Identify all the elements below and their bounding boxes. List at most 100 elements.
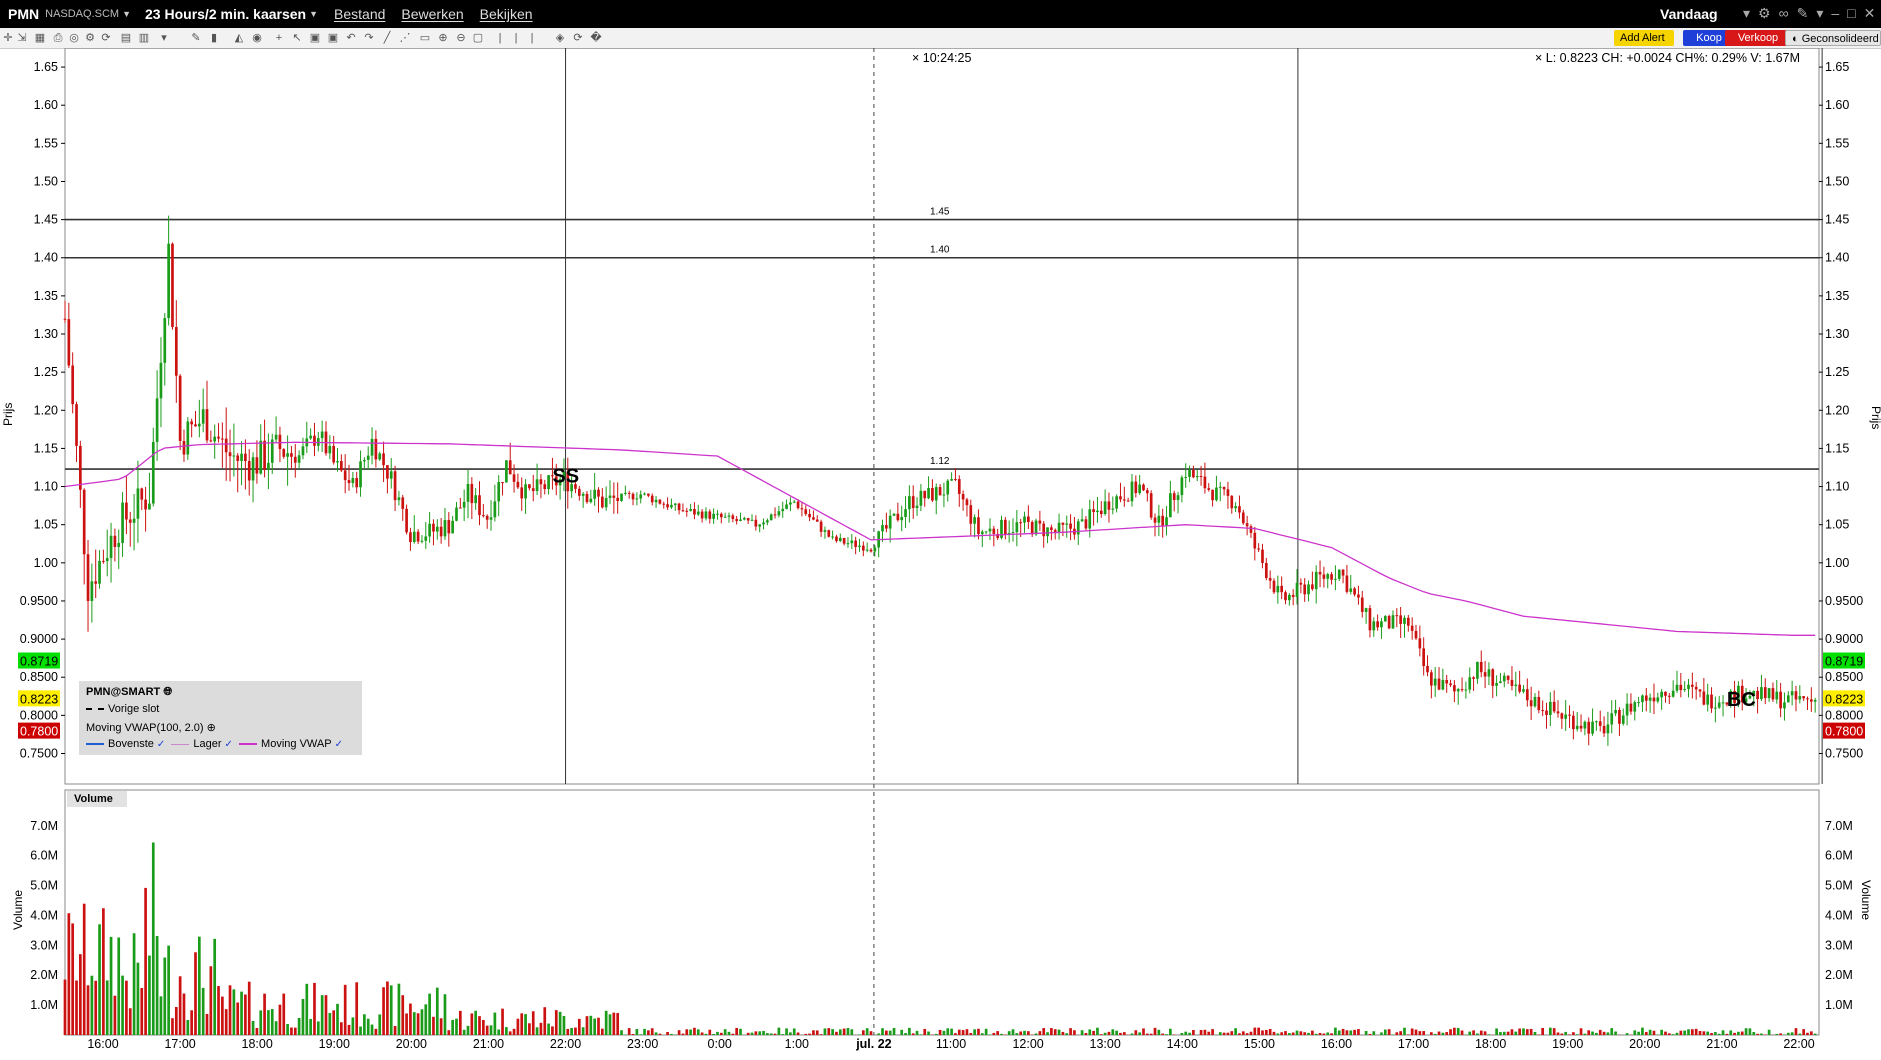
candle-body — [1453, 685, 1456, 692]
volume-bar — [677, 1030, 681, 1035]
volume-bar — [224, 1009, 228, 1035]
layout-icon[interactable]: ▤ — [120, 32, 132, 44]
shield-icon[interactable]: ◈ — [554, 32, 566, 44]
candle-body — [228, 452, 232, 457]
trendline-icon[interactable]: ╱ — [381, 32, 393, 44]
volume-bar — [789, 1032, 792, 1035]
volume-bar — [543, 1007, 547, 1035]
down-icon[interactable]: ▾ — [158, 32, 170, 44]
exchange-label[interactable]: NASDAQ.SCM — [45, 8, 119, 20]
menu-dropdown-icon[interactable]: ▾ — [1816, 5, 1823, 22]
minimize-icon[interactable]: – — [1831, 5, 1839, 22]
crosshair-icon[interactable]: ✛ — [2, 32, 14, 44]
volume-bar — [1414, 1029, 1418, 1035]
volume-bar — [904, 1033, 907, 1035]
legend-indicator[interactable]: Moving VWAP(100, 2.0) ⊕ — [86, 721, 216, 734]
volume-bar — [355, 982, 359, 1035]
print-icon[interactable]: ⎙ — [52, 32, 64, 44]
annotation-bc: BC — [1727, 689, 1756, 711]
zoom-in-icon[interactable]: ⊕ — [437, 32, 449, 44]
price-tick-right: 1.50 — [1825, 174, 1849, 188]
add-alert-button[interactable]: Add Alert — [1614, 30, 1674, 46]
period-dropdown-icon[interactable]: ▼ — [309, 9, 318, 19]
chart-legend[interactable]: PMN@SMART 🌐︎ Vorige slot Moving VWAP(100… — [79, 681, 362, 755]
candle-body — [1046, 527, 1049, 537]
candle-body — [159, 362, 163, 399]
area-icon[interactable]: ◭ — [233, 32, 245, 44]
volume-bar — [1065, 1033, 1069, 1035]
price-chart[interactable]: 1.65 1.65 1.60 1.60 1.55 1.55 1.50 1.50 1.45 1.45… — [0, 48, 1881, 1060]
legend-contract[interactable]: PMN@SMART 🌐︎ — [86, 686, 172, 699]
cursor-icon[interactable]: ↖ — [291, 32, 303, 44]
upper-check-icon[interactable]: ✓ — [157, 739, 165, 750]
pan-icon[interactable]: | — [494, 32, 506, 44]
pan3-icon[interactable]: | — [526, 32, 538, 44]
volume-bar — [1479, 1030, 1483, 1035]
candle-body — [282, 449, 286, 457]
sell-button[interactable]: Verkoop — [1725, 30, 1791, 46]
close-icon[interactable]: ✕ — [1864, 5, 1876, 22]
bars-icon[interactable]: ▮ — [208, 32, 220, 44]
fib-icon[interactable]: ⋰ — [399, 32, 411, 44]
candle-body — [1261, 549, 1264, 563]
volume-bar — [309, 1018, 312, 1035]
volume-bar — [1326, 1032, 1330, 1035]
volume-bar — [831, 1029, 834, 1035]
legend-prev-close[interactable]: Vorige slot — [86, 703, 159, 715]
volume-bar — [1050, 1028, 1053, 1035]
menu-bewerken[interactable]: Bewerken — [401, 6, 463, 22]
camera-icon[interactable]: ◎ — [68, 32, 80, 44]
link-icon[interactable]: ∞ — [1779, 5, 1789, 22]
settings-icon[interactable]: ⚙ — [84, 32, 96, 44]
zoom-box-icon[interactable]: ▣ — [309, 32, 321, 44]
consolidated-label: Geconsolideerd — [1801, 33, 1879, 45]
zoom-out-icon[interactable]: ⊖ — [455, 32, 467, 44]
range-selector[interactable]: Vandaag — [1660, 6, 1718, 22]
candle-body — [1798, 696, 1802, 700]
menu-bekijken[interactable]: Bekijken — [480, 6, 533, 22]
consolidated-toggle[interactable]: ◐ Geconsolideerd — [1785, 30, 1881, 46]
pencil-icon[interactable]: ✎ — [190, 32, 202, 44]
candle-body — [1548, 701, 1552, 715]
time-tick: 16:00 — [87, 1037, 118, 1051]
symbol-label[interactable]: PMN — [8, 6, 39, 22]
settings-gear-icon[interactable]: ⚙ — [1758, 5, 1771, 22]
cross-icon[interactable]: + — [273, 32, 285, 44]
volume-bar — [1522, 1028, 1525, 1035]
volume-bar — [1134, 1030, 1138, 1035]
symbol-dropdown-icon[interactable]: ▼ — [122, 9, 131, 19]
price-tick-left: 1.20 — [34, 403, 58, 417]
menu-bestand[interactable]: Bestand — [334, 6, 385, 22]
pin-icon[interactable]: ✎ — [1797, 5, 1809, 22]
zoom-fit-icon[interactable]: ▢ — [472, 32, 484, 44]
refresh-icon[interactable]: ⟳ — [100, 32, 112, 44]
time-tick: 14:00 — [1167, 1037, 1198, 1051]
reload-icon[interactable]: ⟳ — [572, 32, 584, 44]
vwap-check-icon[interactable]: ✓ — [335, 739, 343, 750]
candle-body — [704, 511, 708, 519]
period-selector[interactable]: 23 Hours/2 min. kaarsen — [145, 6, 306, 22]
volume-bar — [75, 980, 78, 1035]
undo-icon[interactable]: ↶ — [345, 32, 357, 44]
hline-label: 1.12 — [930, 456, 950, 467]
volume-bar — [1142, 1028, 1145, 1035]
grid-icon[interactable]: ▦ — [34, 32, 46, 44]
pan2-icon[interactable]: | — [510, 32, 522, 44]
globe-icon[interactable]: ◉ — [251, 32, 263, 44]
redo-icon[interactable]: ↷ — [363, 32, 375, 44]
volume-bar — [593, 1018, 596, 1035]
chart-type-icon[interactable]: ▥ — [138, 32, 150, 44]
candle-body — [1487, 669, 1491, 677]
drag-icon[interactable]: ⇲ — [16, 32, 28, 44]
ruler-icon[interactable]: ▭ — [419, 32, 431, 44]
candle-body — [1775, 691, 1779, 700]
wrench-icon[interactable]: � — [590, 32, 602, 44]
range-dropdown-icon[interactable]: ▾ — [1743, 5, 1750, 22]
volume-bar — [1748, 1028, 1752, 1035]
zoom-box2-icon[interactable]: ▣ — [327, 32, 339, 44]
maximize-icon[interactable]: □ — [1847, 5, 1855, 22]
lower-check-icon[interactable]: ✓ — [225, 739, 233, 750]
candle-body — [1387, 616, 1391, 629]
volume-bar — [861, 1030, 865, 1035]
candle-body — [1399, 615, 1402, 624]
